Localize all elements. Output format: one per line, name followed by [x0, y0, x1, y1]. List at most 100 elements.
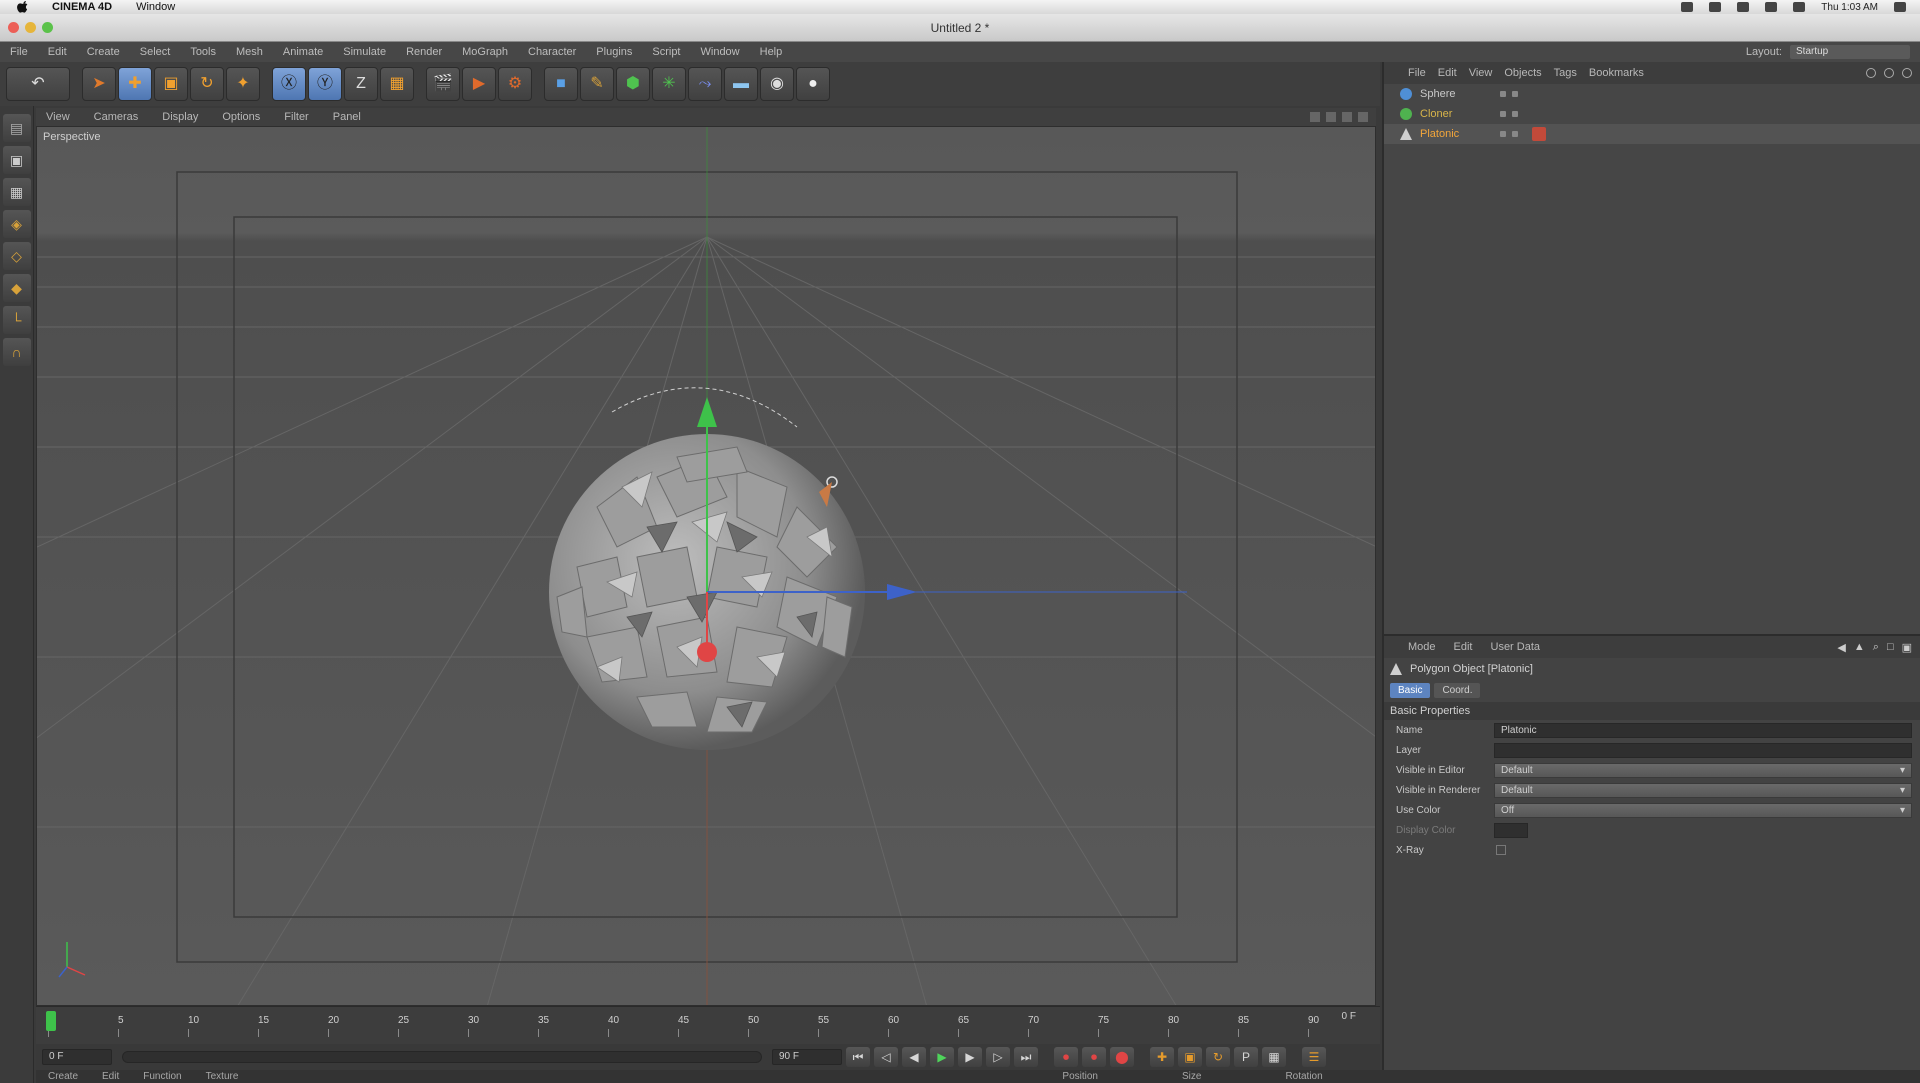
menu-animate[interactable]: Animate — [273, 46, 333, 58]
polygons-mode-button[interactable]: ◆ — [2, 274, 31, 302]
y-axis-lock-button[interactable]: Ⓨ — [308, 67, 342, 101]
layer-field[interactable] — [1494, 742, 1912, 758]
scale-tool-button[interactable]: ▣ — [154, 67, 188, 101]
add-array-button[interactable]: ✳ — [652, 67, 686, 101]
visibility-flags[interactable] — [1500, 91, 1518, 97]
add-deformer-button[interactable]: ⤳ — [688, 67, 722, 101]
menu-tools[interactable]: Tools — [180, 46, 226, 58]
menu-render[interactable]: Render — [396, 46, 452, 58]
prev-key-button[interactable]: ◁ — [874, 1047, 898, 1067]
pan-view-icon[interactable] — [1310, 112, 1320, 122]
menu-help[interactable]: Help — [750, 46, 793, 58]
viewport-menu-filter[interactable]: Filter — [274, 111, 322, 123]
points-mode-button[interactable]: ◈ — [2, 210, 31, 238]
autokey-button[interactable]: ⏺ — [1082, 1047, 1106, 1067]
orbit-view-icon[interactable] — [1342, 112, 1352, 122]
xray-checkbox[interactable] — [1496, 845, 1506, 855]
key-param-button[interactable]: P — [1234, 1047, 1258, 1067]
visible-in-editor-select[interactable]: Default — [1494, 762, 1912, 778]
up-arrow-icon[interactable]: ▲ — [1854, 641, 1865, 654]
object-name[interactable]: Sphere — [1420, 88, 1492, 100]
add-subdivision-button[interactable]: ⬢ — [616, 67, 650, 101]
playhead-marker[interactable] — [46, 1011, 56, 1031]
search-icon[interactable] — [1866, 68, 1876, 78]
viewport-menu-cameras[interactable]: Cameras — [84, 111, 153, 123]
minimize-window-button[interactable] — [25, 22, 36, 33]
material-menu-function[interactable]: Function — [131, 1071, 193, 1082]
object-name[interactable]: Platonic — [1420, 128, 1492, 140]
visibility-flags[interactable] — [1500, 111, 1518, 117]
timeline-ruler[interactable]: 051015202530354045505560657075808590 0 F — [36, 1006, 1380, 1044]
zoom-view-icon[interactable] — [1326, 112, 1336, 122]
make-editable-button[interactable]: ▤ — [2, 114, 31, 142]
keyframe-selection-button[interactable]: ⬤ — [1110, 1047, 1134, 1067]
layout-select[interactable]: Startup — [1790, 45, 1910, 59]
start-frame-field[interactable]: 0 F — [42, 1049, 112, 1065]
name-field[interactable]: Platonic — [1494, 722, 1912, 738]
prev-frame-button[interactable]: ◀ — [902, 1047, 926, 1067]
spotlight-icon[interactable] — [1894, 2, 1906, 12]
render-view-button[interactable]: 🎬 — [426, 67, 460, 101]
material-menu-texture[interactable]: Texture — [194, 1071, 251, 1082]
toggle-view-icon[interactable] — [1358, 112, 1368, 122]
next-frame-button[interactable]: ▶ — [958, 1047, 982, 1067]
objmgr-menu-view[interactable]: View — [1469, 67, 1505, 79]
menu-simulate[interactable]: Simulate — [333, 46, 396, 58]
apple-icon[interactable] — [16, 1, 30, 13]
add-pen-button[interactable]: ✎ — [580, 67, 614, 101]
viewport-menu-view[interactable]: View — [36, 111, 84, 123]
model-mode-button[interactable]: ▣ — [2, 146, 31, 174]
move-tool-button[interactable]: ✚ — [118, 67, 152, 101]
objmgr-menu-bookmarks[interactable]: Bookmarks — [1589, 67, 1656, 79]
tab-basic[interactable]: Basic — [1390, 682, 1431, 698]
coordinate-system-button[interactable]: ▦ — [380, 67, 414, 101]
go-to-end-button[interactable]: ⏭ — [1014, 1047, 1038, 1067]
object-row-platonic[interactable]: Platonic — [1384, 124, 1920, 144]
axis-mode-button[interactable]: └ — [2, 306, 31, 334]
menu-file[interactable]: File — [0, 46, 38, 58]
use-color-select[interactable]: Off — [1494, 802, 1912, 818]
new-window-icon[interactable] — [1902, 68, 1912, 78]
objmgr-menu-objects[interactable]: Objects — [1504, 67, 1553, 79]
viewport-menu-panel[interactable]: Panel — [323, 111, 375, 123]
x-axis-lock-button[interactable]: Ⓧ — [272, 67, 306, 101]
display-color-swatch[interactable] — [1494, 822, 1528, 838]
add-cube-button[interactable]: ■ — [544, 67, 578, 101]
volume-icon[interactable] — [1765, 2, 1778, 12]
material-menu-edit[interactable]: Edit — [90, 1071, 131, 1082]
menu-character[interactable]: Character — [518, 46, 586, 58]
lock-icon[interactable]: □ — [1887, 641, 1894, 654]
record-key-button[interactable]: ⏺ — [1054, 1047, 1078, 1067]
key-pla-button[interactable]: ▦ — [1262, 1047, 1286, 1067]
object-name[interactable]: Cloner — [1420, 108, 1492, 120]
z-axis-lock-button[interactable]: Z — [344, 67, 378, 101]
rotate-tool-button[interactable]: ↻ — [190, 67, 224, 101]
edges-mode-button[interactable]: ◇ — [2, 242, 31, 270]
attr-menu-edit[interactable]: Edit — [1454, 641, 1491, 653]
add-floor-button[interactable]: ▬ — [724, 67, 758, 101]
perspective-viewport[interactable]: Perspective — [36, 126, 1376, 1006]
bluetooth-icon[interactable] — [1709, 2, 1722, 12]
menu-mesh[interactable]: Mesh — [226, 46, 273, 58]
menu-edit[interactable]: Edit — [38, 46, 77, 58]
play-button[interactable]: ▶ — [930, 1047, 954, 1067]
search-icon[interactable]: ⌕ — [1873, 641, 1879, 654]
menu-script[interactable]: Script — [642, 46, 690, 58]
objmgr-menu-tags[interactable]: Tags — [1554, 67, 1589, 79]
menu-plugins[interactable]: Plugins — [586, 46, 642, 58]
menu-create[interactable]: Create — [77, 46, 130, 58]
visible-in-renderer-select[interactable]: Default — [1494, 782, 1912, 798]
wifi-icon[interactable] — [1737, 2, 1750, 12]
add-camera-button[interactable]: ◉ — [760, 67, 794, 101]
dropbox-icon[interactable] — [1681, 2, 1694, 12]
back-arrow-icon[interactable]: ◀ — [1837, 641, 1845, 654]
objmgr-menu-file[interactable]: File — [1408, 67, 1438, 79]
menu-mograph[interactable]: MoGraph — [452, 46, 518, 58]
visibility-flags[interactable] — [1500, 131, 1518, 137]
material-menu-create[interactable]: Create — [36, 1071, 90, 1082]
object-row-sphere[interactable]: Sphere — [1384, 84, 1920, 104]
new-window-icon[interactable]: ▣ — [1902, 641, 1912, 654]
key-scale-button[interactable]: ▣ — [1178, 1047, 1202, 1067]
selection-tool-button[interactable]: ➤ — [82, 67, 116, 101]
basic-properties-section[interactable]: Basic Properties — [1384, 702, 1920, 720]
